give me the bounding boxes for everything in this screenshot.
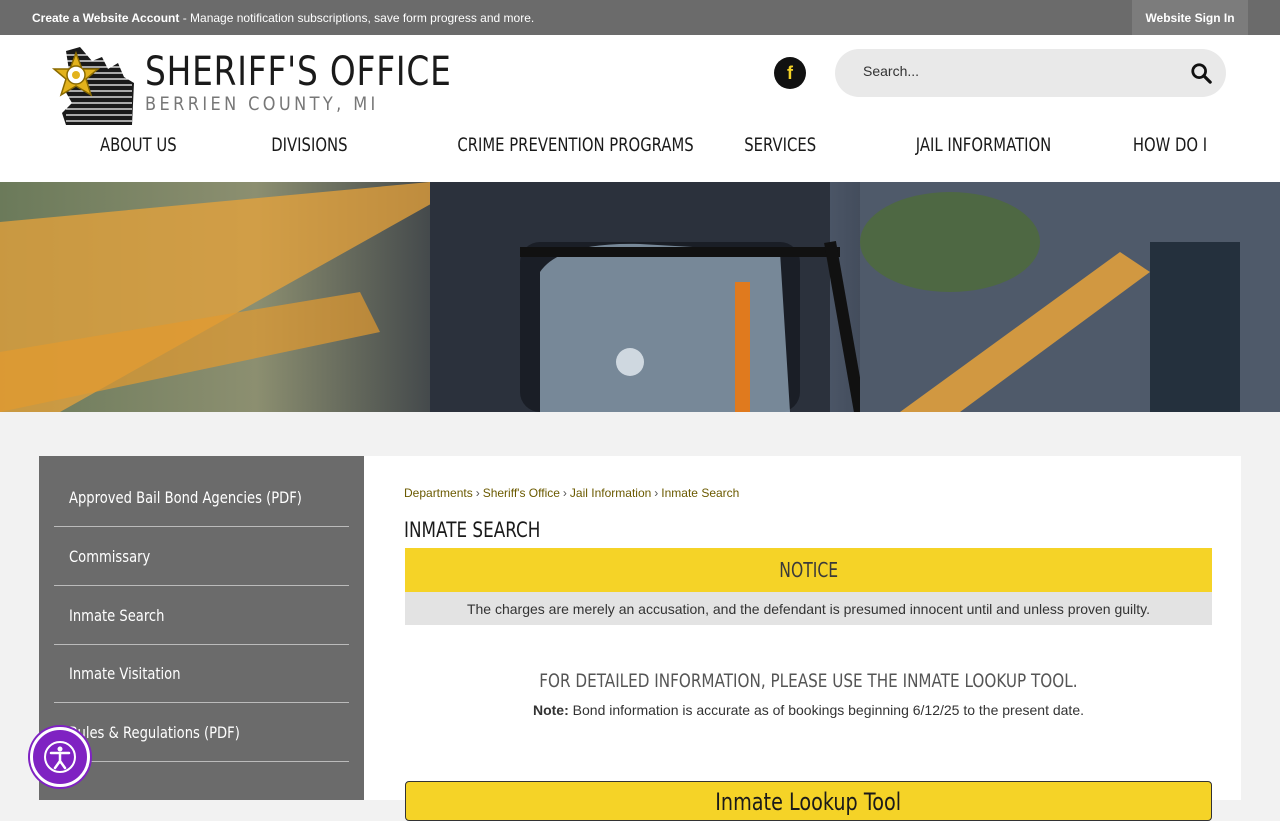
patrol-car-photo — [0, 182, 1280, 412]
breadcrumb-separator: › — [475, 486, 480, 500]
notice-text: The charges are merely an accusation, an… — [405, 592, 1212, 625]
nav-jail-information[interactable]: Jail Information — [916, 134, 1051, 156]
nav-divisions[interactable]: Divisions — [271, 134, 347, 156]
page-title: INMATE SEARCH — [404, 518, 541, 542]
lookup-heading-container: FOR DETAILED INFORMATION, PLEASE USE THE… — [405, 670, 1212, 692]
main-content: Departments › Sheriff's Office › Jail Inform… — [364, 456, 1241, 821]
main-navigation: About Us Divisions Crime Prevention Prog… — [0, 134, 1280, 164]
accessibility-icon — [44, 741, 76, 773]
site-search — [835, 49, 1226, 97]
lookup-heading: FOR DETAILED INFORMATION, PLEASE USE THE… — [539, 670, 1078, 692]
nav-crime-prevention-programs[interactable]: Crime Prevention Programs — [457, 134, 693, 156]
lookup-button-label: Inmate Lookup Tool — [715, 788, 902, 816]
create-account-link[interactable]: Create a Website Account — [32, 11, 179, 25]
sidebar-item-approved-bail-bond-agencies[interactable]: Approved Bail Bond Agencies (PDF) — [54, 469, 349, 527]
search-icon[interactable] — [1190, 62, 1212, 84]
sidebar-item-commissary[interactable]: Commissary — [54, 528, 349, 586]
sidebar-item-label: Approved Bail Bond Agencies (PDF) — [69, 488, 302, 507]
site-title[interactable]: SHERIFF'S OFFICE — [145, 49, 452, 95]
site-header: SHERIFF'S OFFICE BERRIEN COUNTY, MI f Ab… — [0, 35, 1280, 182]
website-sign-in-button[interactable]: Website Sign In — [1132, 0, 1248, 35]
inmate-lookup-tool-button[interactable]: Inmate Lookup Tool — [405, 781, 1212, 821]
accessibility-button[interactable] — [30, 727, 90, 787]
sidebar-item-label: Rules & Regulations (PDF) — [69, 723, 240, 742]
breadcrumb-sheriffs-office[interactable]: Sheriff's Office — [483, 486, 560, 500]
facebook-icon[interactable]: f — [774, 57, 806, 89]
account-message-text: - Manage notification subscriptions, sav… — [179, 11, 535, 25]
sidebar-item-label: Inmate Search — [69, 606, 165, 625]
breadcrumb-jail-information[interactable]: Jail Information — [570, 486, 651, 500]
hero-banner-image — [0, 182, 1280, 412]
site-subtitle: BERRIEN COUNTY, MI — [145, 93, 379, 115]
search-input[interactable] — [863, 63, 1183, 79]
bond-note: Note: Bond information is accurate as of… — [405, 702, 1212, 718]
note-label: Note: — [532, 702, 569, 718]
breadcrumb-separator: › — [562, 486, 567, 500]
sidebar-item-label: Commissary — [69, 547, 151, 566]
nav-services[interactable]: Services — [744, 134, 816, 156]
sidebar-item-rules-regulations[interactable]: Rules & Regulations (PDF) — [54, 704, 349, 762]
sidebar-item-inmate-visitation[interactable]: Inmate Visitation — [54, 645, 349, 703]
notice-heading-bar: NOTICE — [405, 548, 1212, 592]
sheriff-badge-logo[interactable] — [46, 43, 136, 125]
breadcrumb-separator: › — [654, 486, 659, 500]
nav-how-do-i[interactable]: How Do I — [1133, 134, 1207, 156]
top-utility-bar: Create a Website Account - Manage notifi… — [0, 0, 1280, 35]
breadcrumb: Departments › Sheriff's Office › Jail Inform… — [404, 486, 739, 500]
sidebar-item-label: Inmate Visitation — [69, 664, 181, 683]
notice-heading: NOTICE — [779, 558, 838, 582]
sidebar-item-inmate-search[interactable]: Inmate Search — [54, 587, 349, 645]
note-text: Bond information is accurate as of booki… — [568, 702, 1084, 718]
breadcrumb-departments[interactable]: Departments — [404, 486, 473, 500]
breadcrumb-inmate-search[interactable]: Inmate Search — [661, 486, 739, 500]
nav-about-us[interactable]: About Us — [100, 134, 177, 156]
account-message: Create a Website Account - Manage notifi… — [32, 11, 534, 25]
